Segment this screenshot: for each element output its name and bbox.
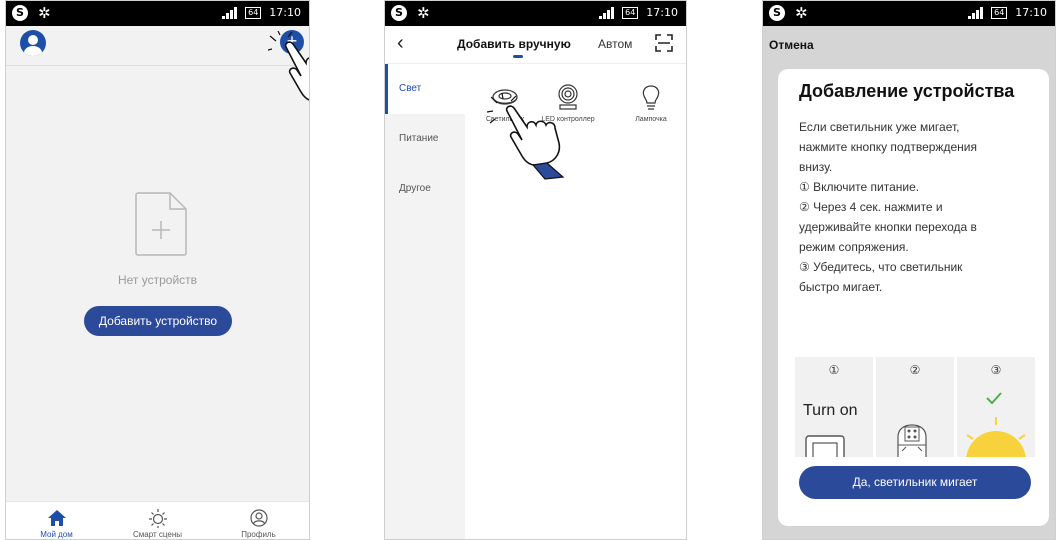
screen-add-device-instructions: S ✲ 64 17:10 Отмена Добавление устройств… [762, 0, 1056, 540]
header: ‹ Добавить вручную Автом [385, 26, 686, 64]
bulb-icon [642, 85, 660, 110]
screen-my-home: S ✲ 64 17:10 + Нет устройств Добавить ус… [5, 0, 310, 540]
tab-smart-scenes[interactable]: Смарт сцены [107, 502, 208, 539]
snowflake-icon: ✲ [795, 4, 808, 22]
instructions-text: Если светильник уже мигает, нажмите кноп… [799, 117, 1039, 297]
status-bar: S ✲ 64 17:10 [385, 1, 686, 26]
skype-icon: S [769, 5, 785, 21]
sun-icon [966, 417, 1026, 457]
add-device-button[interactable]: Добавить устройство [84, 306, 232, 336]
back-icon[interactable]: ‹ [397, 32, 404, 55]
instruction-line: режим сопряжения. [799, 240, 909, 254]
scan-icon[interactable] [655, 34, 673, 52]
bottom-tab-bar: Мой дом Смарт сцены Профиль [6, 501, 309, 539]
category-light[interactable]: Свет [385, 64, 465, 114]
turn-on-label: Turn on [803, 402, 858, 419]
tab-my-home[interactable]: Мой дом [6, 502, 107, 539]
instruction-line: быстро мигает. [799, 280, 883, 294]
step-number: ① [828, 363, 840, 377]
skype-icon: S [391, 5, 407, 21]
snowflake-icon: ✲ [38, 4, 51, 22]
tab-label: Профиль [241, 530, 276, 539]
home-icon [47, 510, 66, 526]
category-sidebar: Свет Питание Другое [385, 64, 465, 539]
pointing-hand-icon [487, 93, 565, 180]
device-bulb[interactable]: Лампочка [621, 83, 681, 123]
instruction-card: Добавление устройства Если светильник уж… [778, 69, 1049, 526]
pointing-hand-icon [268, 31, 309, 101]
step-3-panel: ③ [957, 357, 1035, 457]
cancel-button[interactable]: Отмена [769, 38, 814, 52]
remote-buttons-icon [897, 424, 927, 457]
switch-icon [805, 435, 845, 457]
category-power[interactable]: Питание [385, 114, 465, 164]
step-illustrations: ① Turn on ② ③ [795, 357, 1035, 457]
instruction-line: внизу. [799, 160, 833, 174]
empty-document-icon [135, 192, 187, 256]
active-tab-indicator [513, 55, 523, 58]
status-bar: S ✲ 64 17:10 [763, 1, 1055, 26]
battery-icon: 64 [622, 6, 639, 19]
instruction-line: нажмите кнопку подтверждения [799, 140, 977, 154]
battery-icon: 64 [245, 6, 262, 19]
snowflake-icon: ✲ [417, 4, 430, 22]
step-1-panel: ① Turn on [795, 357, 873, 457]
sun-icon [148, 509, 167, 528]
status-bar: S ✲ 64 17:10 [6, 1, 309, 26]
category-other[interactable]: Другое [385, 164, 465, 214]
check-icon [986, 392, 1002, 405]
step-2-panel: ② [876, 357, 954, 457]
instruction-line: ① Включите питание. [799, 180, 920, 194]
signal-icon [968, 6, 984, 19]
tab-label: Мой дом [40, 530, 73, 539]
tab-profile[interactable]: Профиль [208, 502, 309, 539]
tab-auto-scan[interactable]: Автом [598, 37, 632, 51]
instruction-line: Если светильник уже мигает, [799, 120, 960, 134]
device-label: Лампочка [635, 116, 667, 123]
signal-icon [599, 6, 615, 19]
clock: 17:10 [269, 6, 301, 19]
tab-label: Смарт сцены [133, 530, 182, 539]
screen-add-manually: S ✲ 64 17:10 ‹ Добавить вручную Автом Св… [384, 0, 687, 540]
profile-icon [249, 509, 268, 527]
battery-icon: 64 [991, 6, 1008, 19]
instruction-line: ② Через 4 сек. нажмите и [799, 200, 943, 214]
clock: 17:10 [646, 6, 678, 19]
instruction-line: ③ Убедитесь, что светильник [799, 260, 963, 274]
tab-add-manually[interactable]: Добавить вручную [457, 37, 571, 51]
avatar[interactable] [20, 30, 46, 56]
skype-icon: S [12, 5, 28, 21]
empty-state-text: Нет устройств [117, 273, 198, 287]
instruction-line: удерживайте кнопки перехода в [799, 220, 977, 234]
confirm-blinking-button[interactable]: Да, светильник мигает [799, 466, 1031, 499]
clock: 17:10 [1015, 6, 1047, 19]
step-number: ② [909, 363, 921, 377]
card-title: Добавление устройства [799, 81, 1015, 101]
signal-icon [222, 6, 238, 19]
step-number: ③ [990, 363, 1002, 377]
top-bar: + [6, 26, 309, 66]
